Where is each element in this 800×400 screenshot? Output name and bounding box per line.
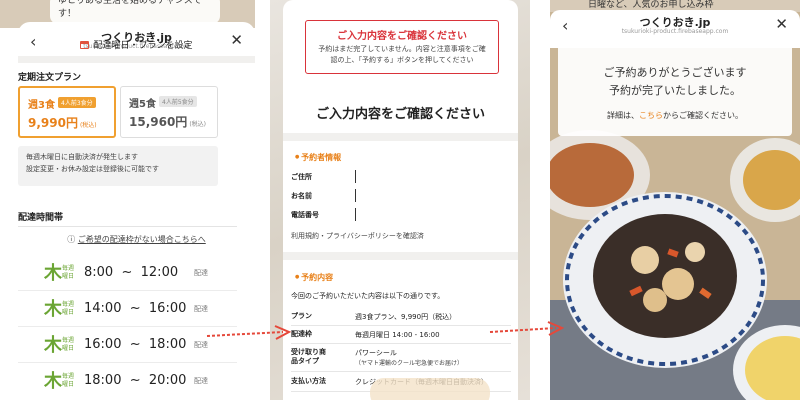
time-section-title: 配達時間帯: [18, 213, 64, 223]
weekday-mark: 木: [44, 299, 62, 320]
alert-title: ご入力内容をご確認ください: [337, 31, 467, 42]
slot-label: 配達: [194, 305, 208, 313]
promo-tooltip: ゆとりある生活を始めるチャンスで す！: [50, 0, 220, 24]
alert-box: ご入力内容をご確認ください 予約はまだ完了していません。内容と注意事項をご確 認…: [305, 20, 499, 74]
weekday-mark: 木: [44, 371, 62, 392]
thanks-line-2: 予約が完了いたしました。: [609, 84, 741, 97]
row-label: 支払い方法: [291, 377, 326, 385]
row-value: 週3食プラン、9,990円（税込）: [355, 313, 457, 321]
alert-body-line-2: 認の上、「予約する」ボタンを押してください: [330, 56, 474, 64]
privacy-confirmed: 利用規約・プライバシーポリシーを確認済: [291, 232, 424, 240]
billing-notice: 毎週木曜日に自動決済が発生します 設定変更・お休み設定は登録後に可能です: [18, 146, 218, 186]
divider: [283, 252, 518, 260]
date-plan-label: 配達曜日・プランを設定: [93, 41, 193, 51]
slot-times: 14:00 ~ 16:00: [84, 301, 187, 316]
reserve-button[interactable]: [370, 378, 490, 400]
weekday-sub: 毎週 曜日: [62, 337, 75, 352]
plan-price: 15,960円 (税込): [129, 113, 206, 130]
weekday-mark: 木: [44, 263, 62, 284]
site-url: tsukurioki-product.firebaseapp.com: [621, 28, 729, 35]
info-icon: ⓘ: [67, 235, 78, 244]
detail-line: 詳細は、こちらからご確認ください。: [558, 110, 792, 121]
plan-tax: (税込): [79, 122, 97, 129]
row-label: プラン: [291, 312, 312, 320]
phone-label: 電話番号: [291, 211, 319, 219]
promo-text: 日曜など、人気のお申し込み枠: [588, 0, 714, 10]
notice-line-1: 毎週木曜日に自動決済が発生します: [26, 153, 138, 161]
slot-label: 配達: [194, 269, 208, 277]
weekday-sub: 毎週 曜日: [62, 265, 75, 280]
divider: [291, 325, 511, 326]
detail-prefix: 詳細は、: [607, 111, 639, 120]
slot-label: 配達: [194, 377, 208, 385]
slot-times: 18:00 ~ 20:00: [84, 373, 187, 388]
alert-body: 予約はまだ完了していません。内容と注意事項をご確 認の上、「予約する」ボタンを押…: [314, 44, 490, 66]
flow-arrow-icon: [489, 321, 565, 336]
divider: [18, 290, 237, 291]
promo-line-2: す！: [58, 9, 77, 19]
row-label: 受け取り商品タイプ: [291, 348, 326, 365]
slot-times: 8:00 ~ 12:00: [84, 265, 179, 280]
divider: [18, 362, 237, 363]
page-title: ご入力内容をご確認ください: [315, 107, 485, 122]
slot-times: 16:00 ~ 18:00: [84, 337, 187, 352]
plan-tax: (税込): [189, 121, 206, 128]
plan-badge: 4人前5食分: [159, 96, 197, 107]
plan-name: 週5食: [129, 99, 156, 110]
weekday-mark: 木: [44, 335, 62, 356]
row-value: パワーシール （ヤマト運輸のクール宅急便でお届け）: [355, 349, 464, 367]
plan-option-3meals[interactable]: 週3食 4人前3食分 9,990円 (税込): [18, 86, 116, 138]
calendar-icon: [80, 41, 90, 49]
notice-line-2: 設定変更・お休み設定は登録後に可能です: [26, 165, 159, 173]
no-slot-text: ご希望の配達枠がない場合こちらへ: [77, 235, 206, 244]
row-value: 毎週月曜日 14:00 - 16:00: [355, 331, 440, 339]
order-section-title: 予約内容: [295, 272, 333, 283]
weekday-sub: 毎週 曜日: [62, 373, 75, 388]
close-icon[interactable]: ✕: [775, 15, 788, 33]
weekday-sub: 毎週 曜日: [62, 301, 75, 316]
delivery-slot[interactable]: 木 毎週 曜日 14:00 ~ 16:00 配達: [44, 298, 214, 326]
plan-name: 週3食: [28, 100, 55, 111]
plan-badge: 4人前3食分: [58, 97, 96, 108]
plan-price: 9,990円 (税込): [28, 114, 97, 131]
delivery-slot[interactable]: 木 毎週 曜日 16:00 ~ 18:00 配達: [44, 334, 214, 362]
completion-panel: 日曜など、人気のお申し込み枠 ‹ つくりおき.jp tsukurioki-pro…: [550, 0, 800, 400]
completion-message: ご予約ありがとうございます 予約が完了いたしました。 詳細は、こちらからご確認く…: [558, 44, 792, 136]
divider: [18, 226, 237, 227]
detail-suffix: からご確認ください。: [663, 111, 743, 120]
plan-option-5meals[interactable]: 週5食 4人前5食分 15,960円 (税込): [120, 86, 218, 138]
plan-section-title: 定期注文プラン: [18, 73, 82, 83]
alert-body-line-1: 予約はまだ完了していません。内容と注意事項をご確: [318, 45, 486, 53]
delivery-slot[interactable]: 木 毎週 曜日 8:00 ~ 12:00 配達: [44, 262, 214, 290]
redacted-personal-info: [356, 153, 476, 225]
address-label: ご住所: [291, 173, 312, 181]
completion-header: ‹ つくりおき.jp tsukurioki-product.firebaseap…: [550, 10, 800, 48]
name-label: お名前: [291, 192, 312, 200]
date-plan-tab[interactable]: 配達曜日・プランを設定: [18, 38, 255, 51]
divider: [283, 133, 518, 141]
booker-section-title: 予約者情報: [295, 152, 341, 163]
detail-link[interactable]: こちら: [639, 111, 663, 120]
delivery-slot[interactable]: 木 毎週 曜日 18:00 ~ 20:00 配達: [44, 370, 214, 398]
flow-arrow-icon: [206, 325, 292, 340]
no-slot-link[interactable]: ⓘ ご希望の配達枠がない場合こちらへ: [18, 234, 255, 245]
order-summary: 今回のご予約いただいた内容は以下の通りです。: [291, 292, 445, 300]
plan-price-value: 9,990円: [28, 116, 78, 130]
thanks-line-1: ご予約ありがとうございます: [603, 66, 747, 79]
divider: [291, 343, 511, 344]
divider: [18, 56, 255, 63]
divider: [291, 371, 511, 372]
plan-price-value: 15,960円: [129, 115, 188, 129]
promo-line-1: ゆとりある生活を始めるチャンスで: [58, 0, 202, 6]
